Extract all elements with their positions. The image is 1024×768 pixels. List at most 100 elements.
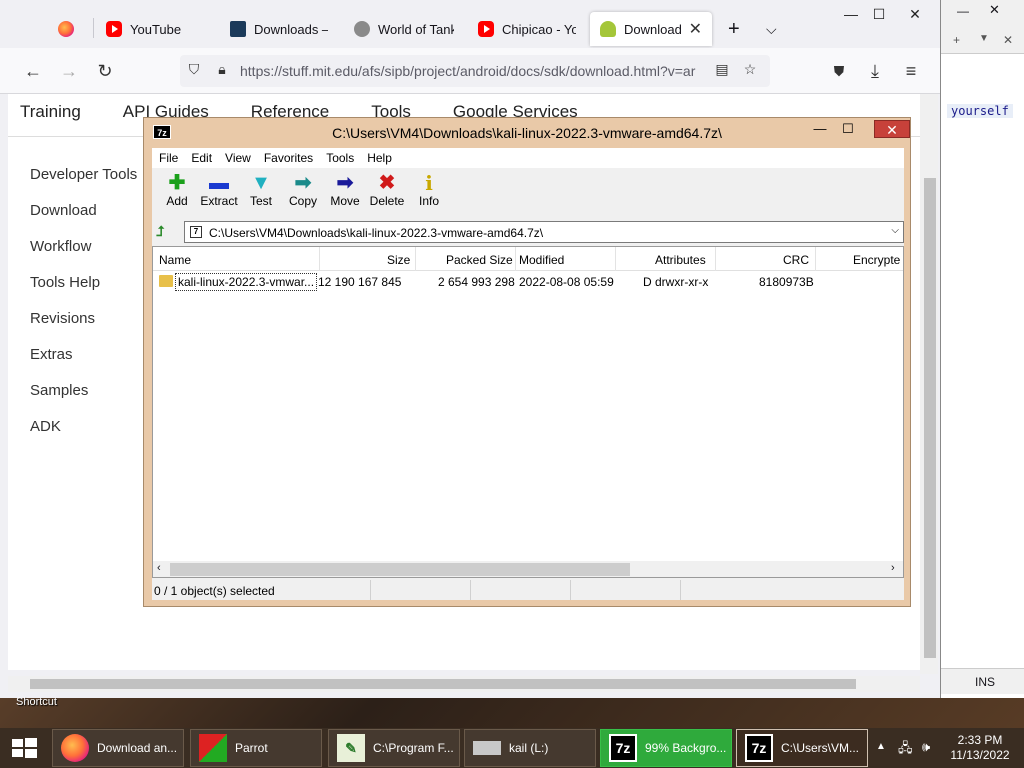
menu-tools[interactable]: Tools [319, 148, 360, 168]
url-bar[interactable]: ⛉ 🔒︎ https://stuff.mit.edu/afs/sipb/proj… [180, 55, 770, 87]
path-combobox[interactable]: 7 C:\Users\VM4\Downloads\kali-linux-2022… [184, 221, 904, 243]
menu-edit[interactable]: Edit [184, 148, 218, 168]
taskbar-item-firefox[interactable]: Download an... [52, 729, 184, 767]
test-button[interactable]: ▼ Test [240, 168, 282, 218]
reload-button[interactable]: ↻ [92, 58, 118, 84]
status-divider [570, 580, 571, 600]
editor-status-bar: INS [941, 668, 1024, 694]
tab-youtube[interactable]: YouTube [96, 10, 216, 48]
downloads-button[interactable]: ⤓ [862, 58, 888, 84]
copy-button[interactable]: ➡ Copy [282, 168, 324, 218]
desktop-shortcut-label[interactable]: Shortcut [16, 696, 57, 708]
menu-file[interactable]: File [152, 148, 184, 168]
column-divider[interactable] [815, 247, 816, 271]
tab-firefox[interactable] [48, 10, 92, 48]
column-attributes[interactable]: Attributes [655, 253, 706, 267]
close-icon[interactable]: ✕ [1003, 33, 1013, 47]
taskbar-item-7zip-window[interactable]: 7z C:\Users\VM... [736, 729, 868, 767]
extract-button[interactable]: ▬ Extract [198, 168, 240, 218]
column-size[interactable]: Size [387, 253, 410, 267]
file-list: Name Size Packed Size Modified Attribute… [152, 246, 904, 578]
chevron-down-icon[interactable]: ▼ [979, 33, 989, 44]
minimize-button[interactable]: — [836, 6, 866, 28]
list-tabs-button[interactable]: ⌵ [756, 10, 786, 48]
column-divider[interactable] [415, 247, 416, 271]
plus-icon[interactable]: + [953, 33, 960, 47]
scroll-right-icon[interactable]: › [891, 562, 895, 574]
scroll-thumb[interactable] [30, 679, 856, 689]
shield-icon[interactable]: ⛉ [184, 61, 204, 81]
lock-icon[interactable]: 🔒︎ [212, 61, 232, 81]
menu-button[interactable]: ≡ [898, 58, 924, 84]
taskbar-item-notepad[interactable]: ✎ C:\Program F... [328, 729, 460, 767]
tab-downloads-blender[interactable]: Downloads – B [220, 10, 338, 48]
menu-view[interactable]: View [218, 148, 257, 168]
clock[interactable]: 2:33 PM 11/13/2022 [938, 733, 1022, 763]
sidenav-revisions[interactable]: Revisions [30, 310, 137, 346]
vertical-scrollbar[interactable] [920, 94, 938, 674]
volume-icon[interactable]: 🕪︎ [922, 739, 930, 755]
url-text[interactable]: https://stuff.mit.edu/afs/sipb/project/a… [240, 63, 710, 79]
maximize-button[interactable]: ☐ [834, 121, 862, 139]
close-tab-icon[interactable]: ✕ [689, 19, 702, 39]
sidenav-download[interactable]: Download [30, 202, 137, 238]
up-folder-button[interactable]: ⮥ [156, 223, 174, 241]
column-divider[interactable] [615, 247, 616, 271]
reader-view-icon[interactable]: ▤ [712, 61, 732, 81]
new-tab-button[interactable]: + [718, 10, 748, 48]
back-arrow-icon: ← [24, 61, 42, 81]
taskbar-item-drive[interactable]: kail (L:) [464, 729, 596, 767]
pocket-button[interactable]: ⛊ [826, 58, 852, 84]
status-bar: 0 / 1 object(s) selected [152, 580, 904, 600]
menu-help[interactable]: Help [360, 148, 398, 168]
sidenav-tools-help[interactable]: Tools Help [30, 274, 137, 310]
row-name[interactable]: kali-linux-2022.3-vmwar... [175, 273, 318, 291]
scroll-thumb[interactable] [170, 563, 630, 576]
topnav-training[interactable]: Training [20, 102, 81, 122]
move-button[interactable]: ➡ Move [324, 168, 366, 218]
column-crc[interactable]: CRC [783, 253, 809, 267]
taskbar-item-parrot[interactable]: Parrot [190, 729, 322, 767]
close-window-button[interactable]: ✕ [900, 6, 930, 28]
column-divider[interactable] [515, 247, 516, 271]
horizontal-scrollbar[interactable]: ‹ › [153, 561, 903, 577]
sidenav-workflow[interactable]: Workflow [30, 238, 137, 274]
chevron-down-icon[interactable]: ⌵ [891, 225, 899, 236]
tab-chipicao[interactable]: Chipicao - You [468, 10, 586, 48]
column-divider[interactable] [319, 247, 320, 271]
start-button[interactable] [0, 728, 48, 768]
taskbar-item-7zip-progress[interactable]: 7z 99% Backgro... [600, 729, 732, 767]
tab-label: YouTube [130, 21, 182, 37]
column-name[interactable]: Name [159, 253, 191, 267]
column-divider[interactable] [715, 247, 716, 271]
scroll-left-icon[interactable]: ‹ [157, 562, 161, 574]
minimize-button[interactable]: — [957, 4, 969, 18]
sidenav-developer-tools[interactable]: Developer Tools [30, 166, 137, 202]
column-encrypted[interactable]: Encrypte [853, 253, 900, 267]
sidenav-adk[interactable]: ADK [30, 418, 137, 454]
taskbar-label: 99% Backgro... [645, 741, 727, 755]
column-modified[interactable]: Modified [519, 253, 564, 267]
info-button[interactable]: i Info [408, 168, 450, 218]
scroll-thumb[interactable] [924, 178, 936, 658]
maximize-button[interactable]: ☐ [864, 6, 894, 28]
delete-button[interactable]: ✖ Delete [366, 168, 408, 218]
network-icon[interactable]: 🖧︎ [898, 739, 913, 761]
tab-download-android[interactable]: Download an ✕ [590, 12, 712, 46]
horizontal-scrollbar[interactable] [8, 676, 920, 692]
add-button[interactable]: ✚ Add [156, 168, 198, 218]
sidenav-samples[interactable]: Samples [30, 382, 137, 418]
bookmark-star-icon[interactable]: ☆ [740, 61, 760, 81]
close-window-button[interactable]: ✕ [989, 2, 1000, 18]
tray-expand-icon[interactable]: ▲ [876, 741, 886, 752]
column-packed-size[interactable]: Packed Size [446, 253, 513, 267]
tab-world-of-tanks[interactable]: World of Tanks [344, 10, 464, 48]
sidenav-extras[interactable]: Extras [30, 346, 137, 382]
close-window-button[interactable]: ✕ [874, 120, 910, 138]
back-button[interactable]: ← [20, 58, 46, 84]
menu-favorites[interactable]: Favorites [257, 148, 319, 168]
7zip-title-bar[interactable]: 7z C:\Users\VM4\Downloads\kali-linux-202… [144, 118, 910, 148]
minimize-button[interactable]: — [806, 121, 834, 139]
table-row[interactable]: kali-linux-2022.3-vmwar... 12 190 167 84… [153, 273, 903, 291]
forward-button[interactable]: → [56, 58, 82, 84]
